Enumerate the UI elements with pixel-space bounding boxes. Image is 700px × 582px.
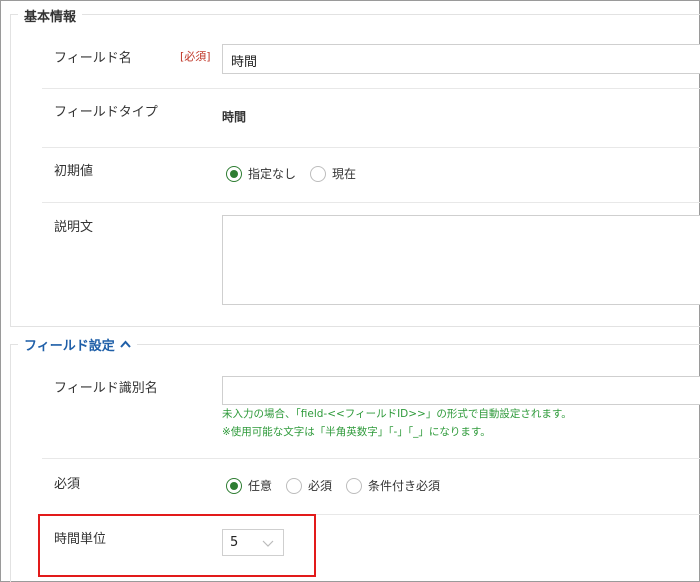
row-divider: [42, 202, 700, 203]
radio-label: 現在: [332, 167, 357, 181]
description-label: 説明文: [54, 220, 94, 235]
row-divider: [42, 458, 700, 459]
section-title-field-settings[interactable]: フィールド設定: [18, 335, 137, 354]
initial-value-radio-group: 指定なし 現在: [226, 165, 370, 182]
section-border-bottom: [10, 326, 700, 327]
highlight-box: [38, 514, 316, 577]
field-settings-title: フィールド設定: [24, 339, 115, 354]
identifier-input[interactable]: [222, 376, 700, 405]
row-divider: [42, 88, 700, 89]
radio-label: 条件付き必須: [368, 479, 441, 493]
radio-option-required[interactable]: 必須: [286, 477, 332, 494]
section-border-left: [10, 344, 11, 582]
radio-option-optional[interactable]: 任意: [226, 477, 272, 494]
radio-label: 任意: [248, 479, 273, 493]
identifier-hint-2: ※使用可能な文字は「半角英数字」「-」「_」になります。: [222, 426, 491, 438]
required-radio-group: 任意 必須 条件付き必須: [226, 477, 454, 494]
row-divider: [42, 147, 700, 148]
field-name-label: フィールド名: [54, 51, 132, 66]
required-tag: [必須]: [180, 50, 211, 63]
radio-option-none[interactable]: 指定なし: [226, 165, 296, 182]
field-type-value: 時間: [222, 110, 247, 124]
identifier-label: フィールド識別名: [54, 381, 158, 396]
section-title-basic: 基本情報: [18, 6, 83, 25]
radio-option-conditional[interactable]: 条件付き必須: [346, 477, 440, 494]
required-label: 必須: [54, 477, 81, 492]
radio-unchecked-icon[interactable]: [286, 477, 303, 494]
radio-label: 必須: [308, 479, 333, 493]
radio-checked-icon[interactable]: [226, 477, 242, 494]
field-name-value: 時間: [231, 55, 258, 70]
identifier-hint-1: 未入力の場合、「field-<<フィールドID>>」の形式で自動設定されます。: [222, 408, 572, 420]
radio-checked-icon[interactable]: [226, 165, 242, 182]
radio-label: 指定なし: [248, 167, 297, 181]
radio-unchecked-icon[interactable]: [346, 477, 363, 494]
chevron-up-icon[interactable]: [120, 337, 131, 352]
field-type-label: フィールドタイプ: [54, 105, 158, 120]
radio-unchecked-icon[interactable]: [310, 165, 327, 182]
initial-value-label: 初期値: [54, 164, 94, 179]
section-border-top: [10, 14, 700, 15]
description-textarea[interactable]: [222, 215, 700, 305]
section-border-left: [10, 14, 11, 326]
radio-option-now[interactable]: 現在: [310, 165, 356, 182]
field-name-input[interactable]: 時間: [222, 44, 700, 74]
